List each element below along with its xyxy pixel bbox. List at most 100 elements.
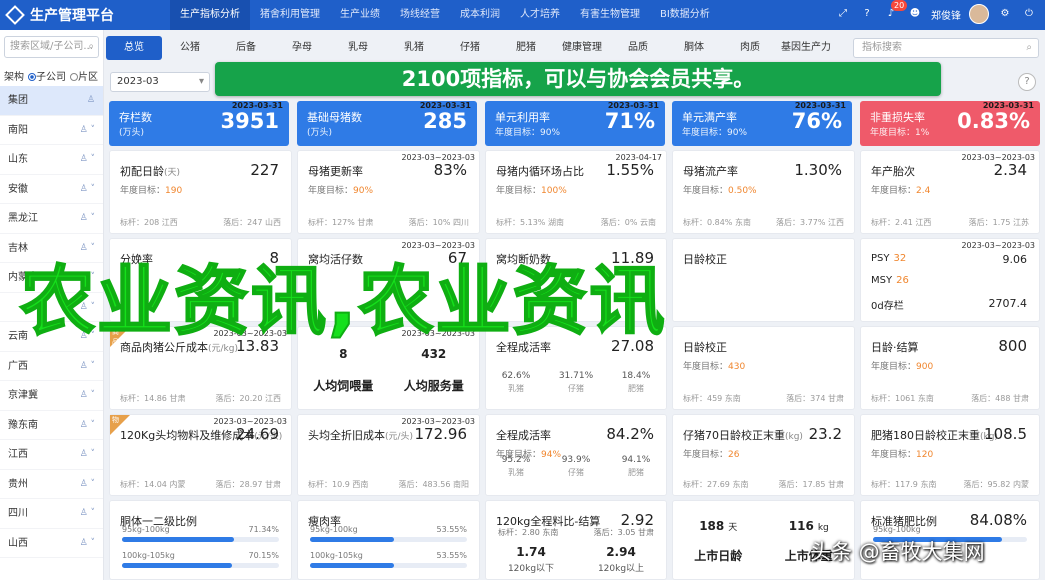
sidebar-item[interactable]: 黑龙江 ♙ ˅ — [0, 204, 103, 234]
topnav-item[interactable]: 猪舍利用管理 — [250, 0, 330, 30]
tab-item[interactable]: 肉质 — [722, 36, 778, 60]
topnav-item[interactable]: 生产指标分析 — [170, 0, 250, 30]
metric-card[interactable]: 母猪内循环场占比 1.55% 2023-04-17 年度目标：100% 标杆：5.13%… — [485, 150, 667, 234]
tab-item[interactable]: 孕母 — [274, 36, 330, 60]
kpi-date: 2023-03-31 — [607, 101, 659, 110]
user-name[interactable]: 郑俊锋 — [931, 7, 961, 22]
metric-card[interactable]: 初配日龄(天) 227 年度目标：190 标杆：208 江西 落后：247 山西 — [109, 150, 292, 234]
sidebar-item[interactable]: 安徽 ♙ ˅ — [0, 175, 103, 204]
metric-card[interactable]: 120kg全程料比-结算 2.92 标杆：2.80 东南 落后：3.05 甘肃 1.74… — [485, 500, 667, 580]
sidebar-item[interactable]: 四川 ♙ ˅ — [0, 499, 103, 529]
topnav-item[interactable]: 人才培养 — [510, 0, 570, 30]
stage: 93.9% 仔猪 — [546, 455, 606, 478]
kpi-card[interactable]: 基础母猪数 (万头) 285 2023-03-31 — [297, 101, 477, 146]
tab-item[interactable]: 基因生产力 — [778, 36, 834, 60]
card-benchmark: 标杆：5.13% 湖南 — [496, 218, 564, 227]
logout-icon[interactable]: ⏻ — [1021, 6, 1037, 22]
sidebar-item-label: 贵州 — [8, 478, 28, 490]
sidebar-item[interactable]: 京津冀 ♙ ˅ — [0, 381, 103, 411]
sidebar-item-label: 豫东南 — [8, 419, 38, 431]
topnav-item[interactable]: 成本利润 — [450, 0, 510, 30]
sidebar-item[interactable]: 广西 ♙ ˅ — [0, 352, 103, 381]
sidebar-item[interactable]: 南阳 ♙ ˅ — [0, 116, 103, 145]
settings-icon[interactable]: ⚙ — [997, 6, 1013, 22]
stage-label: 仔猪 — [568, 468, 584, 477]
card-benchmark: 标杆：459 东南 — [683, 394, 741, 403]
stage: 94.1% 肥猪 — [606, 455, 666, 478]
avatar[interactable] — [969, 4, 989, 24]
card-value: 172.96 — [414, 425, 468, 443]
metric-card[interactable]: 全程成活率 84.2% 年度目标：94% 95.2% 乳猪 93.9% 仔猪 94.1% 肥猪 — [485, 414, 667, 496]
tab-item[interactable]: 胴体 — [666, 36, 722, 60]
kpi-card[interactable]: 单元利用率 年度目标：90% 71% 2023-03-31 — [485, 101, 665, 146]
flag-corner: 物 — [110, 415, 130, 435]
tab-item[interactable]: 总览 — [106, 36, 162, 60]
card-value: 1.55% — [606, 161, 654, 179]
sidebar-item[interactable]: 江西 ♙ ˅ — [0, 440, 103, 470]
metric-card[interactable]: 年产胎次 2.34 2023-03~2023-03 年度目标：2.4 标杆：2.41 江… — [860, 150, 1040, 234]
card-title: 全程成活率 — [496, 429, 551, 442]
metric-card[interactable]: 仔猪70日龄校正末重(kg) 23.2 年度目标：26 标杆：27.69 东南 落后：1… — [672, 414, 855, 496]
kpi-card[interactable]: 非重损失率 年度目标：1% 0.83% 2023-03-31 — [860, 101, 1040, 146]
tab-item[interactable]: 健康管理 — [554, 36, 610, 60]
kpi-title: 非重损失率 — [870, 111, 925, 124]
radio-subsidiary[interactable]: 子公司 — [28, 68, 66, 83]
bar-label-row: 100kg-105kg 70.15% — [122, 551, 279, 560]
kpi-card[interactable]: 单元满产率 年度目标：90% 76% 2023-03-31 — [672, 101, 852, 146]
card-date: 2023-03~2023-03 — [401, 417, 475, 426]
date-value: 2023-03 — [117, 76, 159, 87]
date-select[interactable]: 2023-03 ▾ — [110, 72, 210, 92]
sidebar-item[interactable]: 山东 ♙ ˅ — [0, 145, 103, 175]
bar-label-row: 95kg-100kg 71.34% — [122, 525, 279, 534]
card-benchmark: 标杆：0.84% 东南 — [683, 218, 751, 227]
topnav-item[interactable]: 生产业绩 — [330, 0, 390, 30]
metric-card[interactable]: 120Kg头均物料及维修成本(元/头) 24.69 2023-03~2023-03 标… — [109, 414, 292, 496]
radio-area[interactable]: 片区 — [70, 68, 98, 83]
metric-card[interactable]: 胴体一二级比例 95kg-100kg 71.34% 100kg-105kg 70.15% — [109, 500, 292, 580]
tab-item[interactable]: 公猪 — [162, 36, 218, 60]
metric-card[interactable]: 母猪流产率 1.30% 年度目标：0.50% 标杆：0.84% 东南 落后：3.77% … — [672, 150, 855, 234]
metric-card[interactable]: 瘦肉率 95kg-100kg 53.55% 100kg-105kg 53.55% — [297, 500, 480, 580]
card-benchmark: 标杆：14.86 甘肃 — [120, 394, 186, 403]
bar-percent: 53.55% — [436, 551, 467, 560]
sidebar-item[interactable]: 集团 ♙ — [0, 86, 103, 116]
kpi-card[interactable]: 存栏数 (万头) 3951 2023-03-31 — [109, 101, 289, 146]
stage: 95.2% 乳猪 — [486, 455, 546, 478]
top-nav: 生产指标分析 猪舍利用管理 生产业绩 场线经营 成本利润 人才培养 有害生物管理 BI数据分析 — [170, 0, 720, 30]
stage-value: 31.71% — [558, 371, 594, 381]
metric-card[interactable]: 母猪更新率 83% 2023-03~2023-03 年度目标：90% 标杆：127% 甘… — [297, 150, 480, 234]
metric-card[interactable]: 肥猪180日龄校正末重(kg) 108.5 年度目标：120 标杆：117.9 东南 落… — [860, 414, 1040, 496]
fullscreen-icon[interactable]: ⤢ — [835, 6, 851, 22]
goal-value: 90% — [353, 186, 374, 196]
progress-fill — [310, 563, 395, 568]
card-benchmark: 标杆：208 江西 — [120, 218, 178, 227]
tab-item[interactable]: 仔猪 — [442, 36, 498, 60]
sidebar-item[interactable]: 山西 ♙ ˅ — [0, 529, 103, 558]
tab-item[interactable]: 乳猪 — [386, 36, 442, 60]
tab-item[interactable]: 后备 — [218, 36, 274, 60]
share-banner: 2100项指标，可以与协会会员共享。 — [215, 62, 941, 96]
help-icon[interactable]: ? — [859, 6, 875, 22]
person-chevron-icon: ♙ ˅ — [79, 154, 95, 164]
market-weight: 116 kg — [764, 519, 855, 533]
bell-icon[interactable]: ♪ 20 — [883, 0, 908, 22]
stage-label: 乳猪 — [508, 384, 524, 393]
question-icon[interactable]: ? — [1018, 73, 1036, 91]
tab-item[interactable]: 乳母 — [330, 36, 386, 60]
tab-item[interactable]: 肥猪 — [498, 36, 554, 60]
region-search-input[interactable]: 搜索区域/子公司... ⌕ — [4, 36, 99, 58]
metric-card[interactable]: 头均全折旧成本(元/头) 172.96 2023-03~2023-03 标杆：10.9… — [297, 414, 480, 496]
sidebar-item[interactable]: 贵州 ♙ ˅ — [0, 470, 103, 499]
index-search-input[interactable]: ⌕ 指标搜索 — [853, 38, 1039, 58]
sidebar-item[interactable]: 豫东南 ♙ ˅ — [0, 411, 103, 440]
tab-item[interactable]: 品质 — [610, 36, 666, 60]
topnav-item[interactable]: 场线经营 — [390, 0, 450, 30]
person-chevron-icon: ♙ ˅ — [79, 360, 95, 371]
stage-value: 62.6% — [501, 371, 531, 381]
app-logo[interactable]: 生产管理平台 — [5, 5, 114, 25]
person-chevron-icon: ♙ ˅ — [79, 390, 95, 400]
card-lag: 落后：20.20 江西 — [215, 394, 281, 403]
topnav-item[interactable]: BI数据分析 — [650, 0, 720, 30]
topnav-item[interactable]: 有害生物管理 — [570, 0, 650, 30]
user-icon[interactable]: ☻ — [907, 6, 923, 22]
